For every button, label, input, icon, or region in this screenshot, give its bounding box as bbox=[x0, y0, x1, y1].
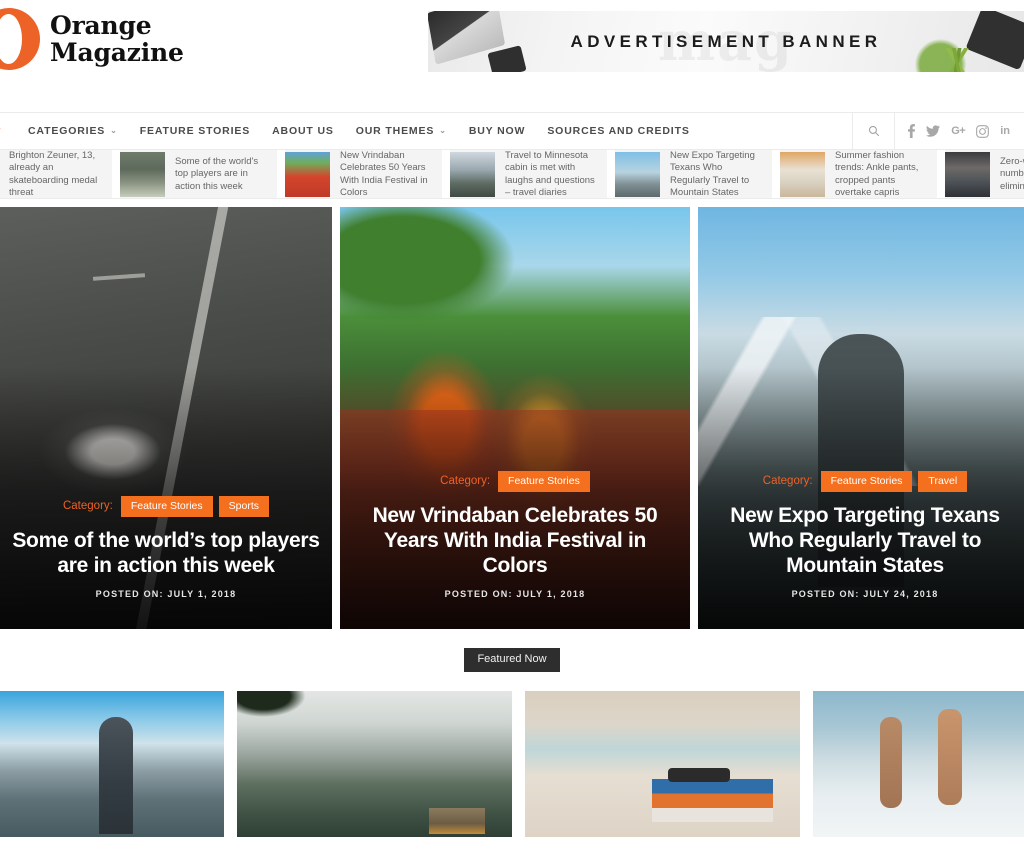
facebook-icon[interactable] bbox=[908, 124, 916, 138]
hero-card-title[interactable]: Some of the world’s top players are in a… bbox=[10, 528, 322, 578]
hero-card-content: Category: Feature Stories New Vrindaban … bbox=[340, 470, 690, 599]
site-logo[interactable]: Orange Magazine bbox=[0, 8, 184, 70]
category-label: Category: bbox=[762, 475, 813, 488]
ticker-item-title: New Expo Targeting Texans Who Regularly … bbox=[670, 150, 755, 198]
ticker-item[interactable]: Some of the world's top players are in a… bbox=[120, 150, 277, 198]
hero-card-content: Category: Feature Stories Sports Some of… bbox=[0, 495, 332, 599]
nav-utilities: G+ in bbox=[852, 113, 1024, 149]
featured-grid bbox=[0, 691, 1024, 837]
ticker-item[interactable]: Travel to Minnesota cabin is met with la… bbox=[450, 150, 607, 198]
category-label: Category: bbox=[440, 475, 491, 488]
nav-items: ▾ CATEGORIES ⌄ FEATURE STORIES ABOUT US … bbox=[0, 113, 852, 149]
orange-o-icon bbox=[0, 8, 40, 70]
featured-tile-image bbox=[813, 691, 1024, 837]
featured-tile[interactable] bbox=[813, 691, 1024, 837]
hero-card-title[interactable]: New Vrindaban Celebrates 50 Years With I… bbox=[350, 503, 680, 578]
featured-tile-image bbox=[0, 691, 224, 837]
ticker-item[interactable]: Zero-waste life: number of people elimin… bbox=[945, 150, 1024, 198]
ticker-item[interactable]: New Vrindaban Celebrates 50 Years With I… bbox=[285, 150, 442, 198]
linkedin-icon[interactable]: in bbox=[1000, 125, 1010, 137]
ticker-item-title: Some of the world's top players are in a… bbox=[175, 155, 259, 192]
news-ticker[interactable]: Brighton Zeuner, 13, already an skateboa… bbox=[0, 150, 1024, 199]
category-pill[interactable]: Feature Stories bbox=[120, 495, 213, 517]
nav-item-label: CATEGORIES bbox=[28, 125, 106, 137]
site-logo-text: Orange Magazine bbox=[50, 11, 184, 67]
ticker-item-title: New Vrindaban Celebrates 50 Years With I… bbox=[340, 150, 428, 198]
twitter-icon[interactable] bbox=[926, 125, 941, 137]
category-pill[interactable]: Travel bbox=[918, 470, 968, 492]
ticker-thumbnail bbox=[450, 152, 495, 197]
nav-item-label: ABOUT US bbox=[272, 125, 334, 137]
search-button[interactable] bbox=[852, 113, 896, 149]
ticker-item[interactable]: New Expo Targeting Texans Who Regularly … bbox=[615, 150, 772, 198]
hero-card-date: POSTED ON: JULY 24, 2018 bbox=[791, 589, 939, 599]
hero-category-row: Category: Feature Stories Sports bbox=[10, 495, 322, 517]
nav-item-label: BUY NOW bbox=[468, 125, 526, 137]
ticker-thumbnail bbox=[780, 152, 825, 197]
nav-item-about-us[interactable]: ABOUT US bbox=[261, 125, 345, 137]
google-plus-icon[interactable]: G+ bbox=[951, 125, 965, 137]
hero-category-row: Category: Feature Stories Travel bbox=[708, 470, 1022, 492]
hero-card[interactable]: Category: Feature Stories Travel New Exp… bbox=[698, 207, 1024, 629]
hero-card-content: Category: Feature Stories Travel New Exp… bbox=[698, 470, 1024, 599]
ticker-item-title: Zero-waste life: number of people elimin… bbox=[1000, 155, 1024, 192]
site-header: Orange Magazine mag ADVERTISEMENT BANNER bbox=[0, 0, 1024, 112]
ticker-thumbnail bbox=[615, 152, 660, 197]
ticker-item-title: Travel to Minnesota cabin is met with la… bbox=[505, 150, 595, 198]
hero-card[interactable]: Category: Feature Stories Sports Some of… bbox=[0, 207, 332, 629]
featured-tile[interactable] bbox=[237, 691, 512, 837]
featured-now-badge: Featured Now bbox=[464, 648, 560, 672]
advertisement-banner[interactable]: mag ADVERTISEMENT BANNER bbox=[428, 11, 1024, 72]
ticker-item-title: Brighton Zeuner, 13, already an skateboa… bbox=[9, 150, 98, 198]
nav-item-label: FEATURE STORIES bbox=[139, 125, 251, 137]
search-icon bbox=[868, 126, 879, 137]
nav-item-label: SOURCES AND CREDITS bbox=[547, 125, 690, 137]
home-icon[interactable]: ▾ bbox=[0, 126, 5, 136]
featured-tile[interactable] bbox=[525, 691, 800, 837]
nav-item-our-themes[interactable]: OUR THEMES ⌄ bbox=[345, 125, 458, 137]
hero-card-title[interactable]: New Expo Targeting Texans Who Regularly … bbox=[708, 503, 1022, 578]
ticker-item-title: Summer fashion trends: Ankle pants, crop… bbox=[835, 150, 919, 198]
hero-card-date: POSTED ON: JULY 1, 2018 bbox=[95, 589, 237, 599]
ticker-thumbnail bbox=[120, 152, 165, 197]
featured-now-header: Featured Now bbox=[0, 629, 1024, 691]
hero-card[interactable]: Category: Feature Stories New Vrindaban … bbox=[340, 207, 690, 629]
ad-banner-text: ADVERTISEMENT BANNER bbox=[570, 31, 882, 51]
nav-item-feature-stories[interactable]: FEATURE STORIES bbox=[129, 125, 261, 137]
hero-card-date: POSTED ON: JULY 1, 2018 bbox=[444, 589, 586, 599]
category-pill[interactable]: Feature Stories bbox=[820, 470, 913, 492]
category-label: Category: bbox=[62, 500, 113, 513]
category-pill[interactable]: Feature Stories bbox=[498, 470, 590, 492]
ticker-item[interactable]: Brighton Zeuner, 13, already an skateboa… bbox=[0, 150, 112, 198]
ticker-item[interactable]: Summer fashion trends: Ankle pants, crop… bbox=[780, 150, 937, 198]
hero-category-row: Category: Feature Stories bbox=[350, 470, 680, 492]
plant-icon bbox=[934, 48, 980, 72]
nav-item-label: OUR THEMES bbox=[355, 125, 435, 137]
featured-tile[interactable] bbox=[0, 691, 224, 837]
social-links: G+ in bbox=[895, 113, 1024, 149]
nav-item-sources-and-credits[interactable]: SOURCES AND CREDITS bbox=[536, 125, 700, 137]
featured-tile-image bbox=[237, 691, 512, 837]
category-pill[interactable]: Sports bbox=[218, 495, 269, 517]
nav-item-buy-now[interactable]: BUY NOW bbox=[458, 125, 537, 137]
ticker-thumbnail bbox=[945, 152, 990, 197]
chevron-down-icon: ⌄ bbox=[110, 125, 118, 135]
nav-item-categories[interactable]: CATEGORIES ⌄ bbox=[17, 125, 129, 137]
chevron-down-icon: ⌄ bbox=[439, 125, 447, 135]
main-navigation: ▾ CATEGORIES ⌄ FEATURE STORIES ABOUT US … bbox=[0, 112, 1024, 150]
ticker-thumbnail bbox=[285, 152, 330, 197]
instagram-icon[interactable] bbox=[976, 124, 990, 138]
featured-tile-image bbox=[525, 691, 800, 837]
hero-slider: Category: Feature Stories Sports Some of… bbox=[0, 207, 1024, 629]
